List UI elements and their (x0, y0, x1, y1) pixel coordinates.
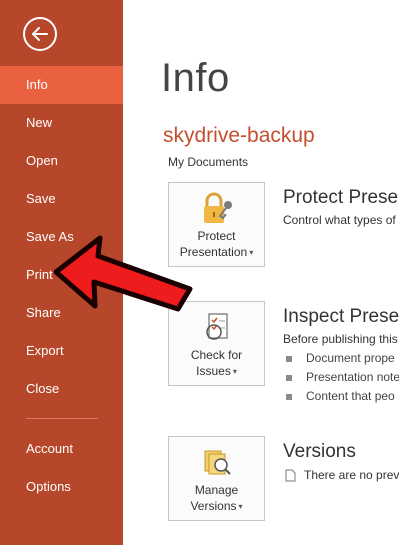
back-arrow-icon (32, 27, 48, 41)
section-title-inspect: Inspect Presen (283, 306, 399, 327)
nav-item-options[interactable]: Options (0, 468, 123, 506)
tile-label-line1: Protect (197, 229, 236, 243)
list-item: Content that peo (286, 389, 395, 403)
chevron-down-icon: ▾ (238, 501, 243, 511)
bullet-icon (286, 374, 292, 381)
nav-item-export[interactable]: Export (0, 332, 123, 370)
chevron-down-icon: ▾ (232, 366, 237, 376)
section-desc-versions: There are no prev (285, 468, 399, 482)
nav-item-new[interactable]: New (0, 104, 123, 142)
chevron-down-icon: ▾ (249, 247, 254, 257)
page-title: Info (161, 56, 230, 100)
section-title-protect: Protect Presen (283, 187, 399, 208)
nav-divider (26, 418, 98, 419)
manage-versions-button[interactable]: Manage Versions ▾ (168, 436, 265, 521)
nav-item-open[interactable]: Open (0, 142, 123, 180)
check-for-issues-button[interactable]: Check for Issues ▾ (168, 301, 265, 386)
nav-item-print[interactable]: Print (0, 256, 123, 294)
info-pane: Info skydrive-backup My Documents Protec… (123, 0, 399, 545)
protect-presentation-button[interactable]: Protect Presentation ▾ (168, 182, 265, 267)
document-name: skydrive-backup (163, 124, 315, 147)
tile-label-line1: Check for (190, 348, 243, 362)
nav-item-save[interactable]: Save (0, 180, 123, 218)
nav-item-close[interactable]: Close (0, 370, 123, 408)
backstage-sidebar: Info New Open Save Save As Print Share E… (0, 0, 123, 545)
document-path[interactable]: My Documents (168, 155, 248, 169)
section-desc-inspect: Before publishing this (283, 332, 398, 346)
bullet-icon (286, 355, 292, 362)
manage-versions-icon (204, 450, 231, 475)
nav-item-save-as[interactable]: Save As (0, 218, 123, 256)
nav-item-share[interactable]: Share (0, 294, 123, 332)
list-item: Document prope (286, 351, 395, 365)
nav-item-info[interactable]: Info (0, 66, 123, 104)
section-title-versions: Versions (283, 441, 356, 462)
tile-label-line1: Manage (194, 483, 239, 497)
tile-label-line2: Versions (190, 499, 237, 513)
nav-item-account[interactable]: Account (0, 430, 123, 468)
list-item: Presentation note (286, 370, 399, 384)
back-button[interactable] (23, 17, 57, 51)
section-desc-protect: Control what types of (283, 213, 396, 227)
tile-label-line2: Issues (196, 364, 231, 378)
inspect-document-icon (206, 313, 228, 340)
document-icon (285, 469, 296, 482)
bullet-icon (286, 393, 292, 400)
tile-label-line2: Presentation (179, 245, 248, 259)
lock-key-icon (204, 192, 232, 223)
